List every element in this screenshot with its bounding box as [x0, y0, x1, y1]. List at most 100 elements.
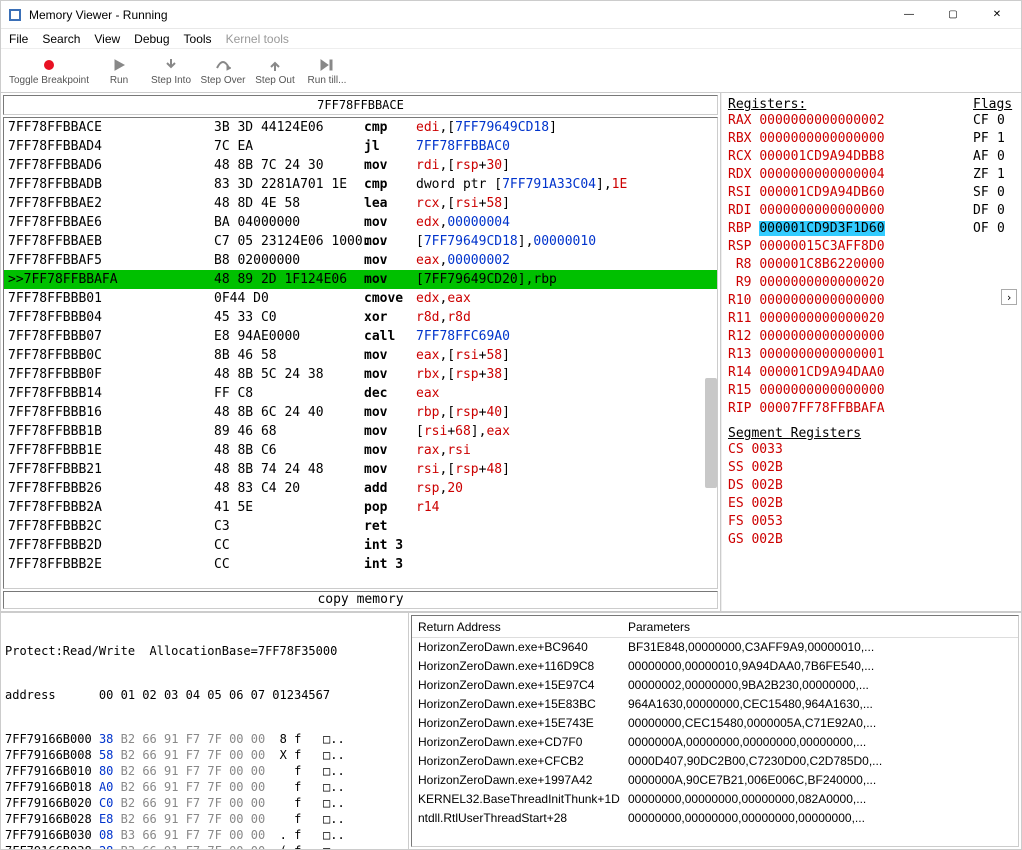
disasm-row[interactable]: 7FF78FFBBAEBC7 05 23124E06 1000...mov[7F… — [4, 232, 717, 251]
disasm-row[interactable]: 7FF78FFBBB07E8 94AE0000call7FF78FFC69A0 — [4, 327, 717, 346]
disasm-row[interactable]: 7FF78FFBBAE6BA 04000000movedx,00000004 — [4, 213, 717, 232]
disasm-row[interactable]: 7FF78FFBBB2ECCint 3 — [4, 555, 717, 574]
flag-sf[interactable]: SF0 — [973, 184, 1017, 202]
stack-row[interactable]: HorizonZeroDawn.exe+116D9C800000000,0000… — [412, 657, 1018, 676]
disasm-row[interactable]: 7FF78FFBBB1648 8B 6C 24 40movrbp,[rsp+40… — [4, 403, 717, 422]
stack-row[interactable]: HorizonZeroDawn.exe+15E97C400000002,0000… — [412, 676, 1018, 695]
register-r10[interactable]: R10 0000000000000000 — [728, 292, 957, 310]
register-r15[interactable]: R15 0000000000000000 — [728, 382, 957, 400]
segment-heading: Segment Registers — [728, 426, 861, 441]
toggle-breakpoint-button[interactable]: Toggle Breakpoint — [5, 51, 93, 91]
disasm-row[interactable]: 7FF78FFBBB0445 33 C0xorr8d,r8d — [4, 308, 717, 327]
disasm-row[interactable]: 7FF78FFBBB1E48 8B C6movrax,rsi — [4, 441, 717, 460]
register-r8[interactable]: R8 000001C8B6220000 — [728, 256, 957, 274]
stack-row[interactable]: HorizonZeroDawn.exe+1997A420000000A,90CE… — [412, 771, 1018, 790]
hex-row[interactable]: 7FF79166B030 08 B3 66 91 F7 7F 00 00 . f… — [5, 827, 404, 843]
disasm-row[interactable]: 7FF78FFBBB2CC3ret — [4, 517, 717, 536]
flag-df[interactable]: DF0 — [973, 202, 1017, 220]
hex-view[interactable]: Protect:Read/Write AllocationBase=7FF78F… — [1, 613, 409, 849]
disasm-row[interactable]: 7FF78FFBBB14FF C8deceax — [4, 384, 717, 403]
disasm-row[interactable]: 7FF78FFBBB2DCCint 3 — [4, 536, 717, 555]
register-r9[interactable]: R9 0000000000000020 — [728, 274, 957, 292]
flag-of[interactable]: OF0 — [973, 220, 1017, 238]
disasm-row[interactable]: 7FF78FFBBB2148 8B 74 24 48movrsi,[rsp+48… — [4, 460, 717, 479]
disasm-row[interactable]: 7FF78FFBBB2A41 5Epopr14 — [4, 498, 717, 517]
minimize-button[interactable]: — — [887, 2, 931, 28]
call-stack[interactable]: Return Address Parameters HorizonZeroDaw… — [411, 615, 1019, 847]
stack-row[interactable]: HorizonZeroDawn.exe+15E743E00000000,CEC1… — [412, 714, 1018, 733]
menu-debug[interactable]: Debug — [134, 32, 169, 46]
flag-af[interactable]: AF0 — [973, 148, 1017, 166]
stack-row[interactable]: HorizonZeroDawn.exe+15E83BC964A1630,0000… — [412, 695, 1018, 714]
hex-row[interactable]: 7FF79166B020 C0 B2 66 91 F7 7F 00 00 f □… — [5, 795, 404, 811]
disasm-row[interactable]: 7FF78FFBBAF5B8 02000000moveax,00000002 — [4, 251, 717, 270]
disasm-row[interactable]: 7FF78FFBBB1B89 46 68mov[rsi+68],eax — [4, 422, 717, 441]
step-out-button[interactable]: Step Out — [249, 51, 301, 91]
disasm-row[interactable]: >>7FF78FFBBAFA48 89 2D 1F124E06mov[7FF79… — [4, 270, 717, 289]
flags-heading: Flags — [973, 97, 1012, 112]
register-rbp[interactable]: RBP 000001CD9D3F1D60 — [728, 220, 957, 238]
register-rax[interactable]: RAX 0000000000000002 — [728, 112, 957, 130]
register-r11[interactable]: R11 0000000000000020 — [728, 310, 957, 328]
stack-row[interactable]: KERNEL32.BaseThreadInitThunk+1D00000000,… — [412, 790, 1018, 809]
flag-zf[interactable]: ZF1 — [973, 166, 1017, 184]
segment-ds[interactable]: DS 002B — [728, 477, 1017, 495]
register-rdi[interactable]: RDI 0000000000000000 — [728, 202, 957, 220]
disasm-row[interactable]: 7FF78FFBBACE3B 3D 44124E06cmpedi,[7FF796… — [4, 118, 717, 137]
disasm-row[interactable]: 7FF78FFBBB0F48 8B 5C 24 38movrbx,[rsp+38… — [4, 365, 717, 384]
hex-row[interactable]: 7FF79166B038 28 B3 66 91 F7 7F 00 00 ( f… — [5, 843, 404, 849]
segment-ss[interactable]: SS 002B — [728, 459, 1017, 477]
disasm-row[interactable]: 7FF78FFBBB2648 83 C4 20addrsp,20 — [4, 479, 717, 498]
disasm-row[interactable]: 7FF78FFBBAD47C EAjl7FF78FFBBAC0 — [4, 137, 717, 156]
hex-row[interactable]: 7FF79166B028 E8 B2 66 91 F7 7F 00 00 f □… — [5, 811, 404, 827]
stack-row[interactable]: HorizonZeroDawn.exe+CD7F00000000A,000000… — [412, 733, 1018, 752]
menu-file[interactable]: File — [9, 32, 28, 46]
hex-row[interactable]: 7FF79166B000 38 B2 66 91 F7 7F 00 00 8 f… — [5, 731, 404, 747]
hex-columns: address 00 01 02 03 04 05 06 07 01234567 — [5, 687, 404, 703]
scrollbar-thumb[interactable] — [705, 378, 717, 488]
disassembly-panel: 7FF78FFBBACE 7FF78FFBBACE3B 3D 44124E06c… — [1, 93, 721, 611]
flag-pf[interactable]: PF1 — [973, 130, 1017, 148]
segment-gs[interactable]: GS 002B — [728, 531, 1017, 549]
segment-fs[interactable]: FS 0053 — [728, 513, 1017, 531]
copy-memory-button[interactable]: copy memory — [3, 591, 718, 609]
disasm-row[interactable]: 7FF78FFBBB010F44 D0cmoveedx,eax — [4, 289, 717, 308]
more-flags-button[interactable]: › — [1001, 289, 1017, 305]
stack-row[interactable]: HorizonZeroDawn.exe+BC9640BF31E848,00000… — [412, 638, 1018, 657]
menu-tools[interactable]: Tools — [184, 32, 212, 46]
run-button[interactable]: Run — [93, 51, 145, 91]
segment-es[interactable]: ES 002B — [728, 495, 1017, 513]
register-rcx[interactable]: RCX 000001CD9A94DBB8 — [728, 148, 957, 166]
menu-search[interactable]: Search — [42, 32, 80, 46]
disassembly-view[interactable]: 7FF78FFBBACE3B 3D 44124E06cmpedi,[7FF796… — [3, 117, 718, 589]
stack-row[interactable]: ntdll.RtlUserThreadStart+2800000000,0000… — [412, 809, 1018, 828]
step-over-button[interactable]: Step Over — [197, 51, 249, 91]
register-rbx[interactable]: RBX 0000000000000000 — [728, 130, 957, 148]
register-r13[interactable]: R13 0000000000000001 — [728, 346, 957, 364]
register-rsp[interactable]: RSP 00000015C3AFF8D0 — [728, 238, 957, 256]
disasm-row[interactable]: 7FF78FFBBADB83 3D 2281A701 1Ecmpdword pt… — [4, 175, 717, 194]
step-into-icon — [164, 56, 178, 74]
register-rip[interactable]: RIP 00007FF78FFBBAFA — [728, 400, 957, 418]
hex-row[interactable]: 7FF79166B010 80 B2 66 91 F7 7F 00 00 f □… — [5, 763, 404, 779]
register-r14[interactable]: R14 000001CD9A94DAA0 — [728, 364, 957, 382]
flag-cf[interactable]: CF0 — [973, 112, 1017, 130]
registers-panel: Registers: RAX 0000000000000002RBX 00000… — [721, 93, 1021, 611]
address-input[interactable]: 7FF78FFBBACE — [3, 95, 718, 115]
disasm-row[interactable]: 7FF78FFBBAE248 8D 4E 58learcx,[rsi+58] — [4, 194, 717, 213]
hex-row[interactable]: 7FF79166B008 58 B2 66 91 F7 7F 00 00 X f… — [5, 747, 404, 763]
close-button[interactable]: ✕ — [975, 2, 1019, 28]
run-till-button[interactable]: Run till... — [301, 51, 353, 91]
menu-view[interactable]: View — [94, 32, 120, 46]
hex-row[interactable]: 7FF79166B018 A0 B2 66 91 F7 7F 00 00 f □… — [5, 779, 404, 795]
step-into-button[interactable]: Step Into — [145, 51, 197, 91]
maximize-button[interactable]: ▢ — [931, 2, 975, 28]
register-rsi[interactable]: RSI 000001CD9A94DB60 — [728, 184, 957, 202]
disasm-row[interactable]: 7FF78FFBBAD648 8B 7C 24 30movrdi,[rsp+30… — [4, 156, 717, 175]
stack-col-params: Parameters — [622, 620, 1018, 634]
register-r12[interactable]: R12 0000000000000000 — [728, 328, 957, 346]
segment-cs[interactable]: CS 0033 — [728, 441, 1017, 459]
register-rdx[interactable]: RDX 0000000000000004 — [728, 166, 957, 184]
stack-row[interactable]: HorizonZeroDawn.exe+CFCB20000D407,90DC2B… — [412, 752, 1018, 771]
disasm-row[interactable]: 7FF78FFBBB0C8B 46 58moveax,[rsi+58] — [4, 346, 717, 365]
